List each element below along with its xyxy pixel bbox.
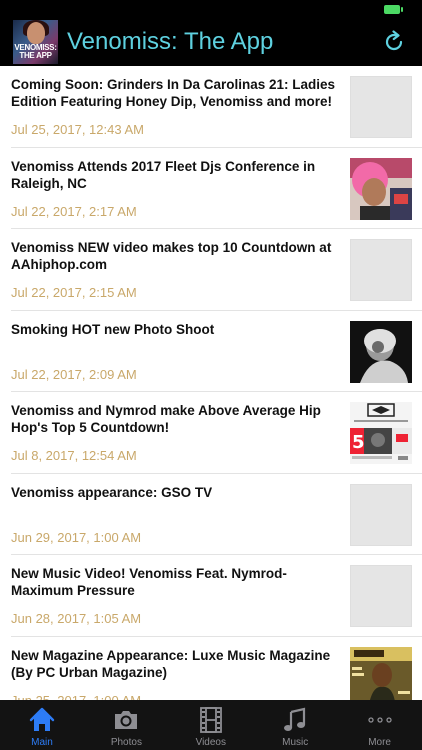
post-date: Jul 22, 2017, 2:17 AM <box>11 203 137 219</box>
post-title: New Magazine Appearance: Luxe Music Maga… <box>11 647 331 680</box>
list-item[interactable]: Venomiss Attends 2017 Fleet Djs Conferen… <box>0 148 422 230</box>
post-title: Venomiss Attends 2017 Fleet Djs Conferen… <box>11 158 316 191</box>
thumbnail-placeholder <box>350 565 412 627</box>
post-title: New Music Video! Venomiss Feat. Nymrod- … <box>11 566 287 598</box>
post-list[interactable]: Coming Soon: Grinders In Da Carolinas 21… <box>0 66 422 700</box>
list-item[interactable]: Venomiss and Nymrod make Above Average H… <box>0 392 422 474</box>
tab-videos[interactable]: Videos <box>169 700 253 750</box>
battery-cap <box>401 7 403 12</box>
post-date: Jun 29, 2017, 1:00 AM <box>11 529 142 545</box>
tab-music[interactable]: Music <box>253 700 337 750</box>
list-item[interactable]: Smoking HOT new Photo Shoot Jul 22, 2017,… <box>0 311 422 393</box>
tab-label: Main <box>31 737 53 748</box>
tab-label: Videos <box>195 737 226 748</box>
post-thumbnail <box>350 320 412 383</box>
post-date: Jul 22, 2017, 2:09 AM <box>11 366 137 382</box>
svg-text:5: 5 <box>352 432 365 453</box>
post-thumbnail: 5 <box>350 402 412 464</box>
app-logo: VENOMISS: THE APP <box>13 20 58 64</box>
list-item[interactable]: New Magazine Appearance: Luxe Music Maga… <box>0 637 422 701</box>
tab-label: More <box>368 737 391 748</box>
page-title: Venomiss: The App <box>67 28 274 55</box>
tab-label: Photos <box>110 737 142 748</box>
camera-icon <box>112 706 140 734</box>
logo-text-line2: THE APP <box>19 51 52 60</box>
post-title: Venomiss and Nymrod make Above Average H… <box>11 403 321 435</box>
post-title: Smoking HOT new Photo Shoot <box>11 321 215 337</box>
list-item[interactable]: Venomiss NEW video makes top 10 Countdow… <box>0 229 422 311</box>
home-icon <box>28 706 56 734</box>
battery-icon <box>384 5 400 14</box>
post-date: Jun 28, 2017, 1:05 AM <box>11 611 142 626</box>
post-title: Venomiss NEW video makes top 10 Countdow… <box>11 240 332 272</box>
music-note-icon <box>281 706 309 734</box>
post-title: Coming Soon: Grinders In Da Carolinas 21… <box>11 77 336 109</box>
film-icon <box>197 706 225 734</box>
post-date: Jul 8, 2017, 12:54 AM <box>11 448 137 463</box>
tab-label: Music <box>282 737 309 748</box>
post-date: Jun 25, 2017, 1:00 AM <box>11 692 142 701</box>
tab-main[interactable]: Main <box>0 700 84 750</box>
logo-face <box>27 22 45 44</box>
thumbnail-placeholder <box>350 239 412 301</box>
post-date: Jul 25, 2017, 12:43 AM <box>11 122 144 137</box>
post-title: Venomiss appearance: GSO TV <box>11 484 213 500</box>
tab-photos[interactable]: Photos <box>84 700 168 750</box>
list-item[interactable]: New Music Video! Venomiss Feat. Nymrod- … <box>0 555 422 637</box>
list-item[interactable]: Venomiss appearance: GSO TV Jun 29, 2017,… <box>0 474 422 556</box>
status-bar <box>0 0 422 20</box>
app-header: VENOMISS: THE APP Venomiss: The App <box>0 20 422 66</box>
thumbnail-placeholder <box>350 76 412 138</box>
post-date: Jul 22, 2017, 2:15 AM <box>11 285 137 300</box>
post-thumbnail <box>350 157 412 220</box>
tab-bar: Main Photos Videos Music More <box>0 700 422 750</box>
list-item[interactable]: Coming Soon: Grinders In Da Carolinas 21… <box>0 66 422 148</box>
post-thumbnail <box>350 646 412 700</box>
refresh-icon[interactable] <box>382 30 406 54</box>
more-dots-icon <box>366 706 394 734</box>
thumbnail-placeholder <box>350 483 412 546</box>
tab-more[interactable]: More <box>338 700 422 750</box>
